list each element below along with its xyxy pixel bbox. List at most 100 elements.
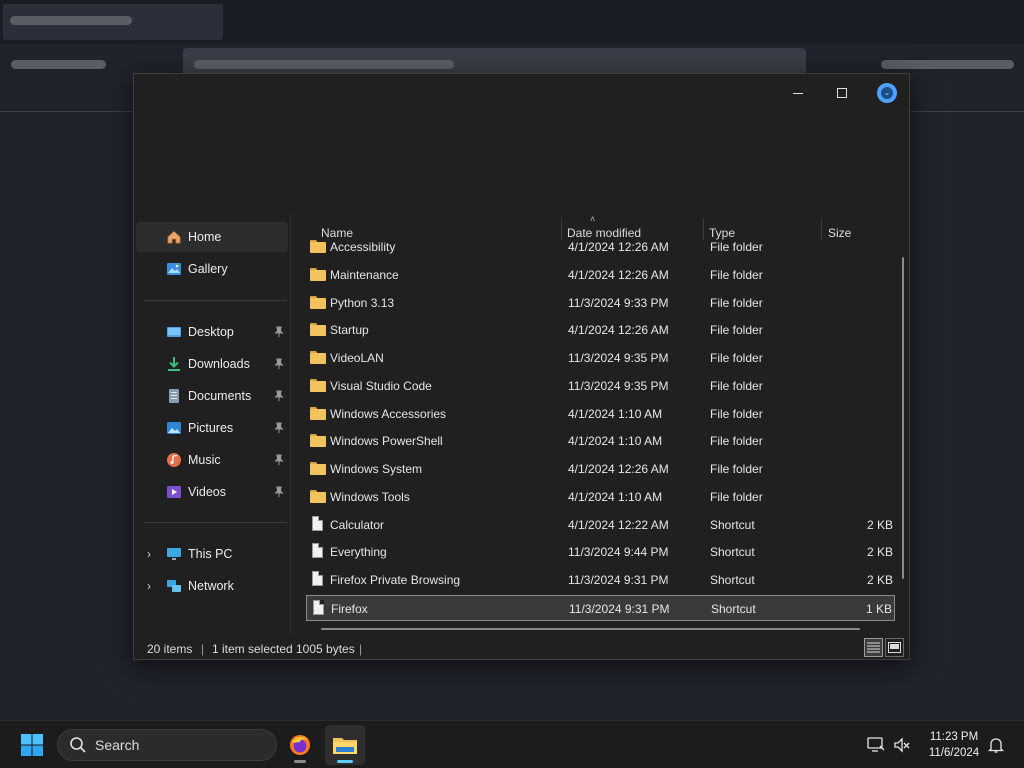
file-type: File folder: [710, 378, 763, 393]
file-date-modified: 4/1/2024 1:10 AM: [568, 406, 663, 421]
file-date-modified: 4/1/2024 1:10 AM: [568, 489, 663, 504]
file-type: File folder: [710, 267, 763, 282]
file-name: Firefox: [331, 601, 368, 616]
account-button[interactable]: ⌄: [867, 78, 907, 108]
pin-icon: [274, 326, 284, 337]
minimize-button[interactable]: [778, 78, 818, 108]
sidebar-item-pictures[interactable]: Pictures: [136, 413, 288, 443]
tiles-view-button[interactable]: [885, 638, 904, 657]
file-date-modified: 11/3/2024 9:31 PM: [568, 573, 669, 587]
background-tab: [3, 4, 223, 40]
table-row[interactable]: Everything 11/3/2024 9:44 PM Shortcut 2 KB: [306, 539, 895, 565]
notifications-button[interactable]: [986, 735, 1006, 755]
horizontal-scrollbar[interactable]: [321, 628, 860, 630]
file-type: File folder: [710, 295, 763, 310]
table-row[interactable]: Startup 4/1/2024 12:26 AM File folder: [306, 317, 895, 343]
sidebar-item-videos[interactable]: Videos: [136, 477, 288, 507]
shortcut-file-icon: [310, 515, 326, 531]
sidebar-item-music[interactable]: Music: [136, 445, 288, 475]
table-row[interactable]: Firefox 11/3/2024 9:31 PM Shortcut 1 KB: [306, 594, 895, 621]
details-view-button[interactable]: [864, 638, 883, 657]
file-explorer-window: ⌄ Home Gallery Desktop Downloads Documen…: [133, 73, 910, 660]
file-name: Startup: [330, 323, 369, 338]
system-tray-volume[interactable]: [892, 735, 912, 755]
file-type: File folder: [710, 351, 763, 365]
display-icon: [867, 737, 885, 752]
sidebar-item-desktop[interactable]: Desktop: [136, 317, 288, 347]
folder-icon: [310, 239, 326, 253]
table-row[interactable]: VideoLAN 11/3/2024 9:35 PM File folder: [306, 345, 895, 371]
sidebar-item-label: This PC: [188, 547, 233, 561]
file-list: ˄ Name Date modified Type Size Accessibi…: [292, 214, 909, 634]
sidebar-divider: [144, 522, 287, 523]
file-explorer-icon: [333, 738, 357, 754]
sidebar-item-gallery[interactable]: Gallery: [136, 254, 288, 284]
file-type: Shortcut: [710, 545, 755, 560]
search-icon: [70, 737, 86, 753]
taskbar-clock[interactable]: 11:23 PM 11/6/2024: [918, 729, 990, 761]
status-bar: 20 items | 1 item selected 1005 bytes |: [134, 635, 909, 661]
sidebar-item-label: Home: [188, 230, 222, 244]
table-row[interactable]: Windows PowerShell 4/1/2024 1:10 AM File f…: [306, 428, 895, 454]
title-bar: ⌄: [134, 74, 909, 214]
chevron-right-icon[interactable]: ›: [147, 579, 151, 593]
bell-icon: [987, 738, 1005, 753]
table-row[interactable]: Accessibility 4/1/2024 12:26 AM File folde…: [306, 234, 895, 260]
item-count: 20 items: [147, 642, 193, 656]
file-name: Windows Tools: [330, 489, 410, 504]
file-name: VideoLAN: [330, 351, 384, 365]
file-type: File folder: [710, 462, 763, 476]
status-separator: |: [201, 642, 205, 656]
sidebar-item-downloads[interactable]: Downloads: [136, 349, 288, 379]
videos-icon: [167, 486, 181, 498]
sidebar-item-label: Videos: [188, 485, 226, 499]
music-icon: [167, 453, 181, 467]
table-row[interactable]: Firefox Private Browsing 11/3/2024 9:31 P…: [306, 567, 895, 593]
maximize-button[interactable]: [822, 78, 862, 108]
file-date-modified: 4/1/2024 12:26 AM: [568, 462, 669, 476]
table-row[interactable]: Visual Studio Code 11/3/2024 9:35 PM File …: [306, 373, 895, 399]
file-date-modified: 11/3/2024 9:35 PM: [568, 351, 669, 365]
file-type: Shortcut: [710, 517, 755, 532]
table-row[interactable]: Windows System 4/1/2024 12:26 AM File fold…: [306, 456, 895, 482]
table-row[interactable]: Maintenance 4/1/2024 12:26 AM File folder: [306, 262, 895, 288]
file-date-modified: 11/3/2024 9:44 PM: [568, 545, 669, 560]
file-size: 2 KB: [866, 517, 893, 532]
shortcut-file-icon: [310, 571, 326, 586]
taskbar-firefox[interactable]: [280, 725, 320, 765]
shortcut-file-icon: [311, 599, 327, 615]
file-type: File folder: [710, 406, 763, 421]
table-row[interactable]: Calculator 4/1/2024 12:22 AM Shortcut 2 KB: [306, 512, 895, 538]
file-date-modified: 4/1/2024 12:26 AM: [568, 267, 669, 282]
file-name: Calculator: [330, 517, 385, 532]
file-type: File folder: [710, 323, 763, 338]
folder-icon: [310, 461, 326, 475]
gallery-icon: [167, 263, 181, 275]
taskbar-file-explorer[interactable]: [325, 725, 365, 765]
file-name: Windows Accessories: [330, 406, 447, 421]
sidebar-item-documents[interactable]: Documents: [136, 381, 288, 411]
background-placeholder-bar: [881, 60, 1014, 69]
table-row[interactable]: Python 3.13 11/3/2024 9:33 PM File folder: [306, 290, 895, 316]
chevron-right-icon[interactable]: ›: [147, 547, 151, 561]
pictures-icon: [167, 422, 181, 434]
vertical-scrollbar[interactable]: [902, 257, 904, 579]
status-separator: |: [359, 642, 363, 656]
file-size: 2 KB: [866, 573, 893, 587]
sidebar-item-label: Network: [188, 579, 234, 593]
sidebar-item-label: Pictures: [188, 421, 234, 435]
sidebar-item-this-pc[interactable]: › This PC: [136, 539, 288, 569]
table-row[interactable]: Windows Accessories 4/1/2024 1:10 AM File …: [306, 401, 895, 427]
folder-icon: [310, 295, 326, 309]
start-button[interactable]: [12, 725, 52, 765]
sidebar-item-network[interactable]: › Network: [136, 571, 288, 601]
sidebar-item-home[interactable]: Home: [136, 222, 288, 252]
file-name: Maintenance: [330, 267, 399, 282]
volume-muted-icon: [894, 737, 910, 753]
taskbar-search-box[interactable]: Search: [57, 729, 277, 761]
file-date-modified: 11/3/2024 9:31 PM: [569, 601, 670, 616]
system-tray-display[interactable]: [866, 735, 886, 755]
firefox-icon: [290, 735, 310, 755]
file-type: File folder: [710, 240, 763, 254]
table-row[interactable]: Windows Tools 4/1/2024 1:10 AM File folder: [306, 484, 895, 510]
